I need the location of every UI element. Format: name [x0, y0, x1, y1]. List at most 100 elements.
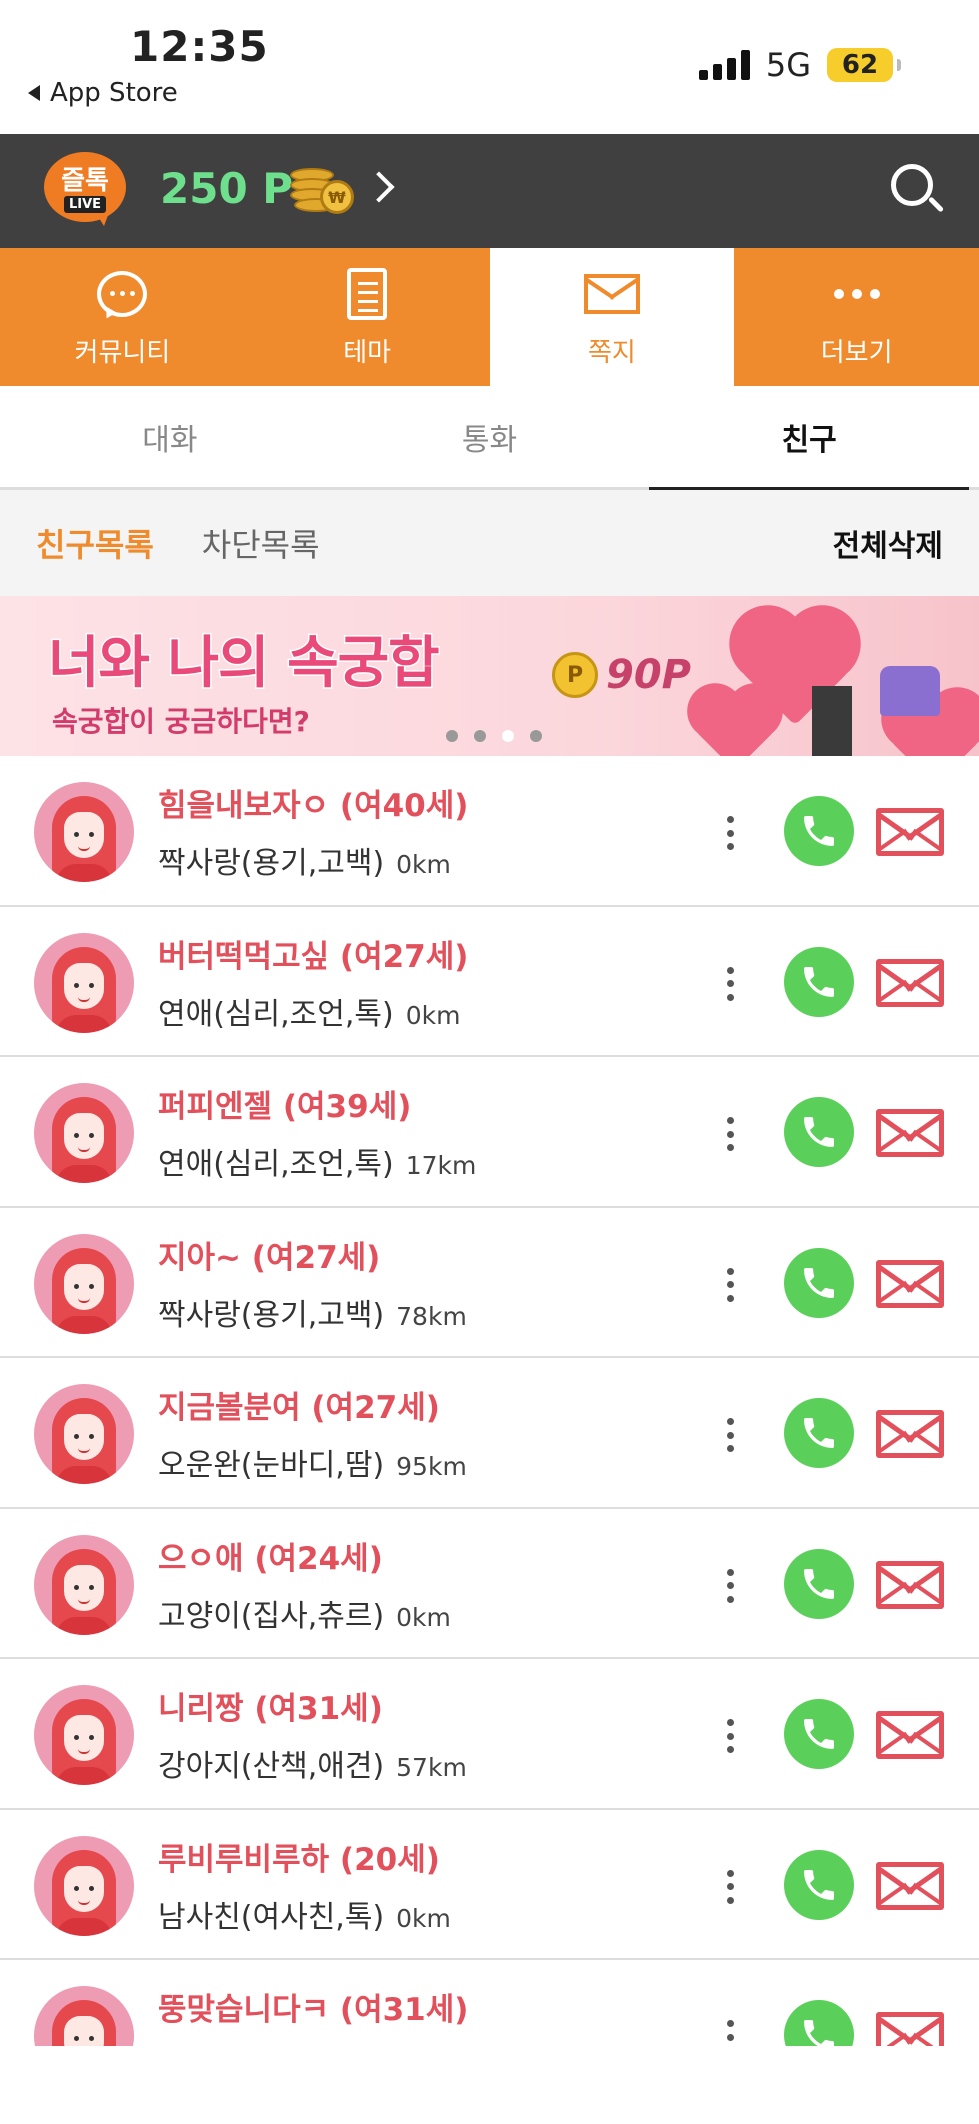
avatar[interactable] [34, 1685, 134, 1785]
more-options-icon[interactable] [712, 1864, 748, 1910]
friend-name[interactable]: 퍼피엔젤 (여39세) [158, 1081, 411, 1126]
call-button[interactable] [784, 1849, 854, 1920]
message-button[interactable] [876, 1259, 944, 1308]
phone-icon [804, 1267, 834, 1298]
message-button[interactable] [876, 1861, 944, 1910]
message-button[interactable] [876, 808, 944, 856]
chevron-right-icon[interactable] [363, 171, 395, 203]
friend-details: 연애(심리,조언,톡) 17km [158, 1139, 476, 1183]
friend-name[interactable]: 니리짱 (여31세) [158, 1683, 383, 1728]
avatar[interactable] [34, 1083, 134, 1183]
delete-all-button[interactable]: 전체삭제 [833, 521, 943, 565]
search-button[interactable] [891, 164, 945, 218]
friend-distance: 78km [396, 1301, 467, 1331]
more-options-icon[interactable] [712, 1262, 748, 1308]
friend-filter-bar: 친구목록 차단목록 전체삭제 [0, 490, 979, 596]
avatar[interactable] [34, 782, 134, 882]
message-button[interactable] [876, 1410, 944, 1458]
promo-banner[interactable]: 너와 나의 속궁합 속궁합이 궁금하다면? P 90P [0, 596, 979, 756]
network-label: 5G [765, 46, 811, 84]
banner-subtitle: 속궁합이 궁금하다면? [52, 705, 310, 738]
more-options-icon[interactable] [712, 1713, 748, 1759]
friend-name[interactable]: 으ㅇ애 (여24세) [158, 1533, 383, 1578]
call-button[interactable] [784, 2000, 854, 2046]
banner-pagination [446, 730, 542, 742]
phone-icon [804, 2020, 834, 2046]
friend-row[interactable]: 으ㅇ애 (여24세) 고양이(집사,츄르) 0km [0, 1509, 979, 1659]
phone-icon [804, 966, 834, 997]
tab-more[interactable]: 더보기 [734, 248, 979, 386]
point-coin-icon: P [552, 652, 598, 698]
friend-row[interactable]: 버터떡먹고싶 (여27세) 연애(심리,조언,톡) 0km [0, 907, 979, 1057]
banner-dot-active[interactable] [502, 730, 514, 742]
blocked-list-filter[interactable]: 차단목록 [202, 520, 320, 566]
banner-dot[interactable] [530, 730, 542, 742]
banner-dot[interactable] [446, 730, 458, 742]
friend-name[interactable]: 루비루비루하 (20세) [158, 1834, 440, 1879]
friend-interest: 강아지(산책,애견) [158, 1749, 385, 1784]
back-to-app-store[interactable]: App Store [28, 78, 178, 108]
friend-list: 힘을내보자ㅇ (여40세) 짝사랑(용기,고백) 0km 버터떡먹고싶 (여27세) 연… [0, 756, 979, 2046]
friend-row[interactable]: 힘을내보자ㅇ (여40세) 짝사랑(용기,고백) 0km [0, 756, 979, 907]
battery-icon: 62 [827, 48, 901, 82]
tab-community[interactable]: 커뮤니티 [0, 248, 245, 386]
call-button[interactable] [784, 796, 854, 866]
live-badge: LIVE [64, 196, 107, 213]
message-button[interactable] [876, 2012, 944, 2046]
friend-row[interactable]: 퍼피엔젤 (여39세) 연애(심리,조언,톡) 17km [0, 1057, 979, 1208]
banner-dot[interactable] [474, 730, 486, 742]
friend-row[interactable]: 루비루비루하 (20세) 남사친(여사친,톡) 0km [0, 1810, 979, 1960]
call-button[interactable] [784, 1398, 854, 1468]
avatar[interactable] [34, 1384, 134, 1484]
friend-name[interactable]: 버터떡먹고싶 (여27세) [158, 931, 468, 976]
more-options-icon[interactable] [712, 961, 748, 1007]
more-options-icon[interactable] [712, 1412, 748, 1458]
points-balance[interactable]: 250 P [160, 164, 293, 213]
friend-interest: 연애(심리,조언,톡) [158, 996, 394, 1032]
tab-label: 쪽지 [587, 337, 636, 368]
tab-messages[interactable]: 쪽지 [489, 248, 735, 386]
avatar[interactable] [34, 1534, 134, 1635]
friend-name[interactable]: 힘을내보자ㅇ (여40세) [158, 780, 468, 825]
call-button[interactable] [784, 1097, 854, 1167]
message-button[interactable] [876, 1711, 944, 1759]
friend-interest: 짝사랑(용기,고백) [158, 1297, 385, 1333]
friend-row[interactable]: 뚱맞습니다ㅋ (여31세) [0, 1960, 979, 2046]
more-options-icon[interactable] [712, 1563, 748, 1609]
friend-name[interactable]: 지아~ (여27세) [158, 1232, 380, 1277]
message-button[interactable] [876, 958, 944, 1007]
call-button[interactable] [784, 1247, 854, 1318]
subtab-friends[interactable]: 친구 [649, 386, 970, 490]
call-button[interactable] [784, 1548, 854, 1619]
tab-label: 테마 [343, 337, 392, 368]
tab-theme[interactable]: 테마 [244, 248, 490, 386]
logo-text: 즐톡 [61, 166, 109, 196]
message-button[interactable] [876, 1109, 944, 1157]
friend-row[interactable]: 지아~ (여27세) 짝사랑(용기,고백) 78km [0, 1208, 979, 1358]
more-options-icon[interactable] [712, 2014, 748, 2046]
call-button[interactable] [784, 946, 854, 1017]
friend-row[interactable]: 지금볼분여 (여27세) 오운완(눈바디,땀) 95km [0, 1358, 979, 1509]
message-button[interactable] [876, 1560, 944, 1609]
friend-name[interactable]: 뚱맞습니다ㅋ (여31세) [158, 1984, 468, 2029]
friend-distance: 0km [396, 1602, 451, 1632]
friend-name[interactable]: 지금볼분여 (여27세) [158, 1382, 440, 1427]
friend-interest: 오운완(눈바디,땀) [158, 1448, 385, 1483]
avatar[interactable] [34, 932, 134, 1033]
back-label: App Store [50, 78, 178, 108]
more-options-icon[interactable] [712, 1111, 748, 1157]
app-logo[interactable]: 즐톡 LIVE [44, 152, 126, 226]
avatar[interactable] [34, 1233, 134, 1334]
friend-list-filter[interactable]: 친구목록 [36, 520, 154, 566]
avatar[interactable] [34, 1986, 134, 2046]
subtab-call[interactable]: 통화 [330, 386, 650, 487]
friend-details: 짝사랑(용기,고백) 0km [158, 838, 451, 882]
coins-icon[interactable]: ₩ [290, 162, 360, 218]
more-options-icon[interactable] [712, 810, 748, 856]
couple-illustration [880, 666, 940, 716]
friend-row[interactable]: 니리짱 (여31세) 강아지(산책,애견) 57km [0, 1659, 979, 1810]
banner-point-value: 90P [606, 652, 691, 698]
subtab-chat[interactable]: 대화 [10, 386, 330, 487]
call-button[interactable] [784, 1699, 854, 1769]
avatar[interactable] [34, 1835, 134, 1936]
